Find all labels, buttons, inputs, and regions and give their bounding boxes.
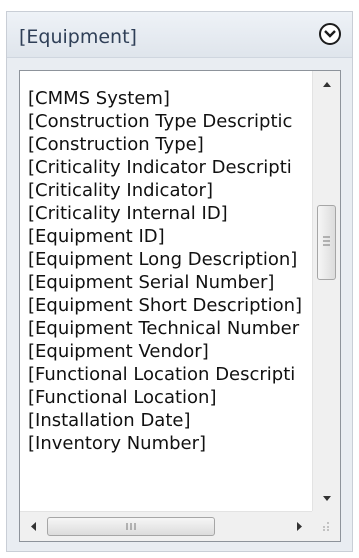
list-item[interactable]: [Equipment Technical Number xyxy=(28,318,299,340)
resize-grip[interactable] xyxy=(312,511,340,541)
list-item[interactable]: [Inventory Number] xyxy=(28,433,206,455)
scroll-up-button[interactable] xyxy=(313,71,340,95)
panel-title: [Equipment] xyxy=(19,26,137,48)
triangle-right-icon xyxy=(297,522,302,531)
horizontal-scrollbar[interactable] xyxy=(20,511,313,541)
list-item[interactable]: [Equipment Short Description] xyxy=(28,295,302,317)
chevron-down-icon xyxy=(324,30,336,38)
vertical-scroll-thumb[interactable] xyxy=(317,205,336,280)
list-item[interactable]: [Criticality Internal ID] xyxy=(28,203,228,225)
panel-header: [Equipment] xyxy=(7,12,352,58)
list-item[interactable]: [Criticality Indicator Descripti xyxy=(28,157,292,179)
list-item[interactable]: [Functional Location Descripti xyxy=(28,364,295,386)
vertical-scrollbar[interactable] xyxy=(312,71,340,511)
scroll-right-button[interactable] xyxy=(287,512,313,541)
grip-icon xyxy=(126,523,136,530)
list-item[interactable]: [CMMS System] xyxy=(28,88,170,110)
triangle-left-icon xyxy=(31,522,36,531)
list-item[interactable]: [Equipment Serial Number] xyxy=(28,272,274,294)
scroll-down-button[interactable] xyxy=(313,487,340,511)
list-item[interactable]: [Equipment Long Description] xyxy=(28,249,297,271)
list-item[interactable]: [Installation Date] xyxy=(28,410,190,432)
triangle-up-icon xyxy=(323,82,331,87)
list-item[interactable]: [Functional Location] xyxy=(28,387,217,409)
list-item[interactable]: [Construction Type Descriptic xyxy=(28,111,292,133)
resize-grip-icon xyxy=(323,522,329,531)
triangle-down-icon xyxy=(323,496,331,501)
list-item[interactable]: [Criticality Indicator] xyxy=(28,180,213,202)
field-listbox[interactable]: [CMMS System] [Construction Type Descrip… xyxy=(19,70,341,542)
collapse-button[interactable] xyxy=(319,23,341,45)
field-list-panel: [Equipment] [CMMS System] [Construction … xyxy=(6,11,353,552)
scroll-left-button[interactable] xyxy=(20,512,46,541)
horizontal-scroll-thumb[interactable] xyxy=(47,517,215,536)
grip-icon xyxy=(323,236,330,246)
list-item[interactable]: [Construction Type] xyxy=(28,134,204,156)
list-item[interactable]: [Equipment Vendor] xyxy=(28,341,209,363)
list-item[interactable]: [Equipment ID] xyxy=(28,226,165,248)
field-items: [CMMS System] [Construction Type Descrip… xyxy=(20,71,313,511)
